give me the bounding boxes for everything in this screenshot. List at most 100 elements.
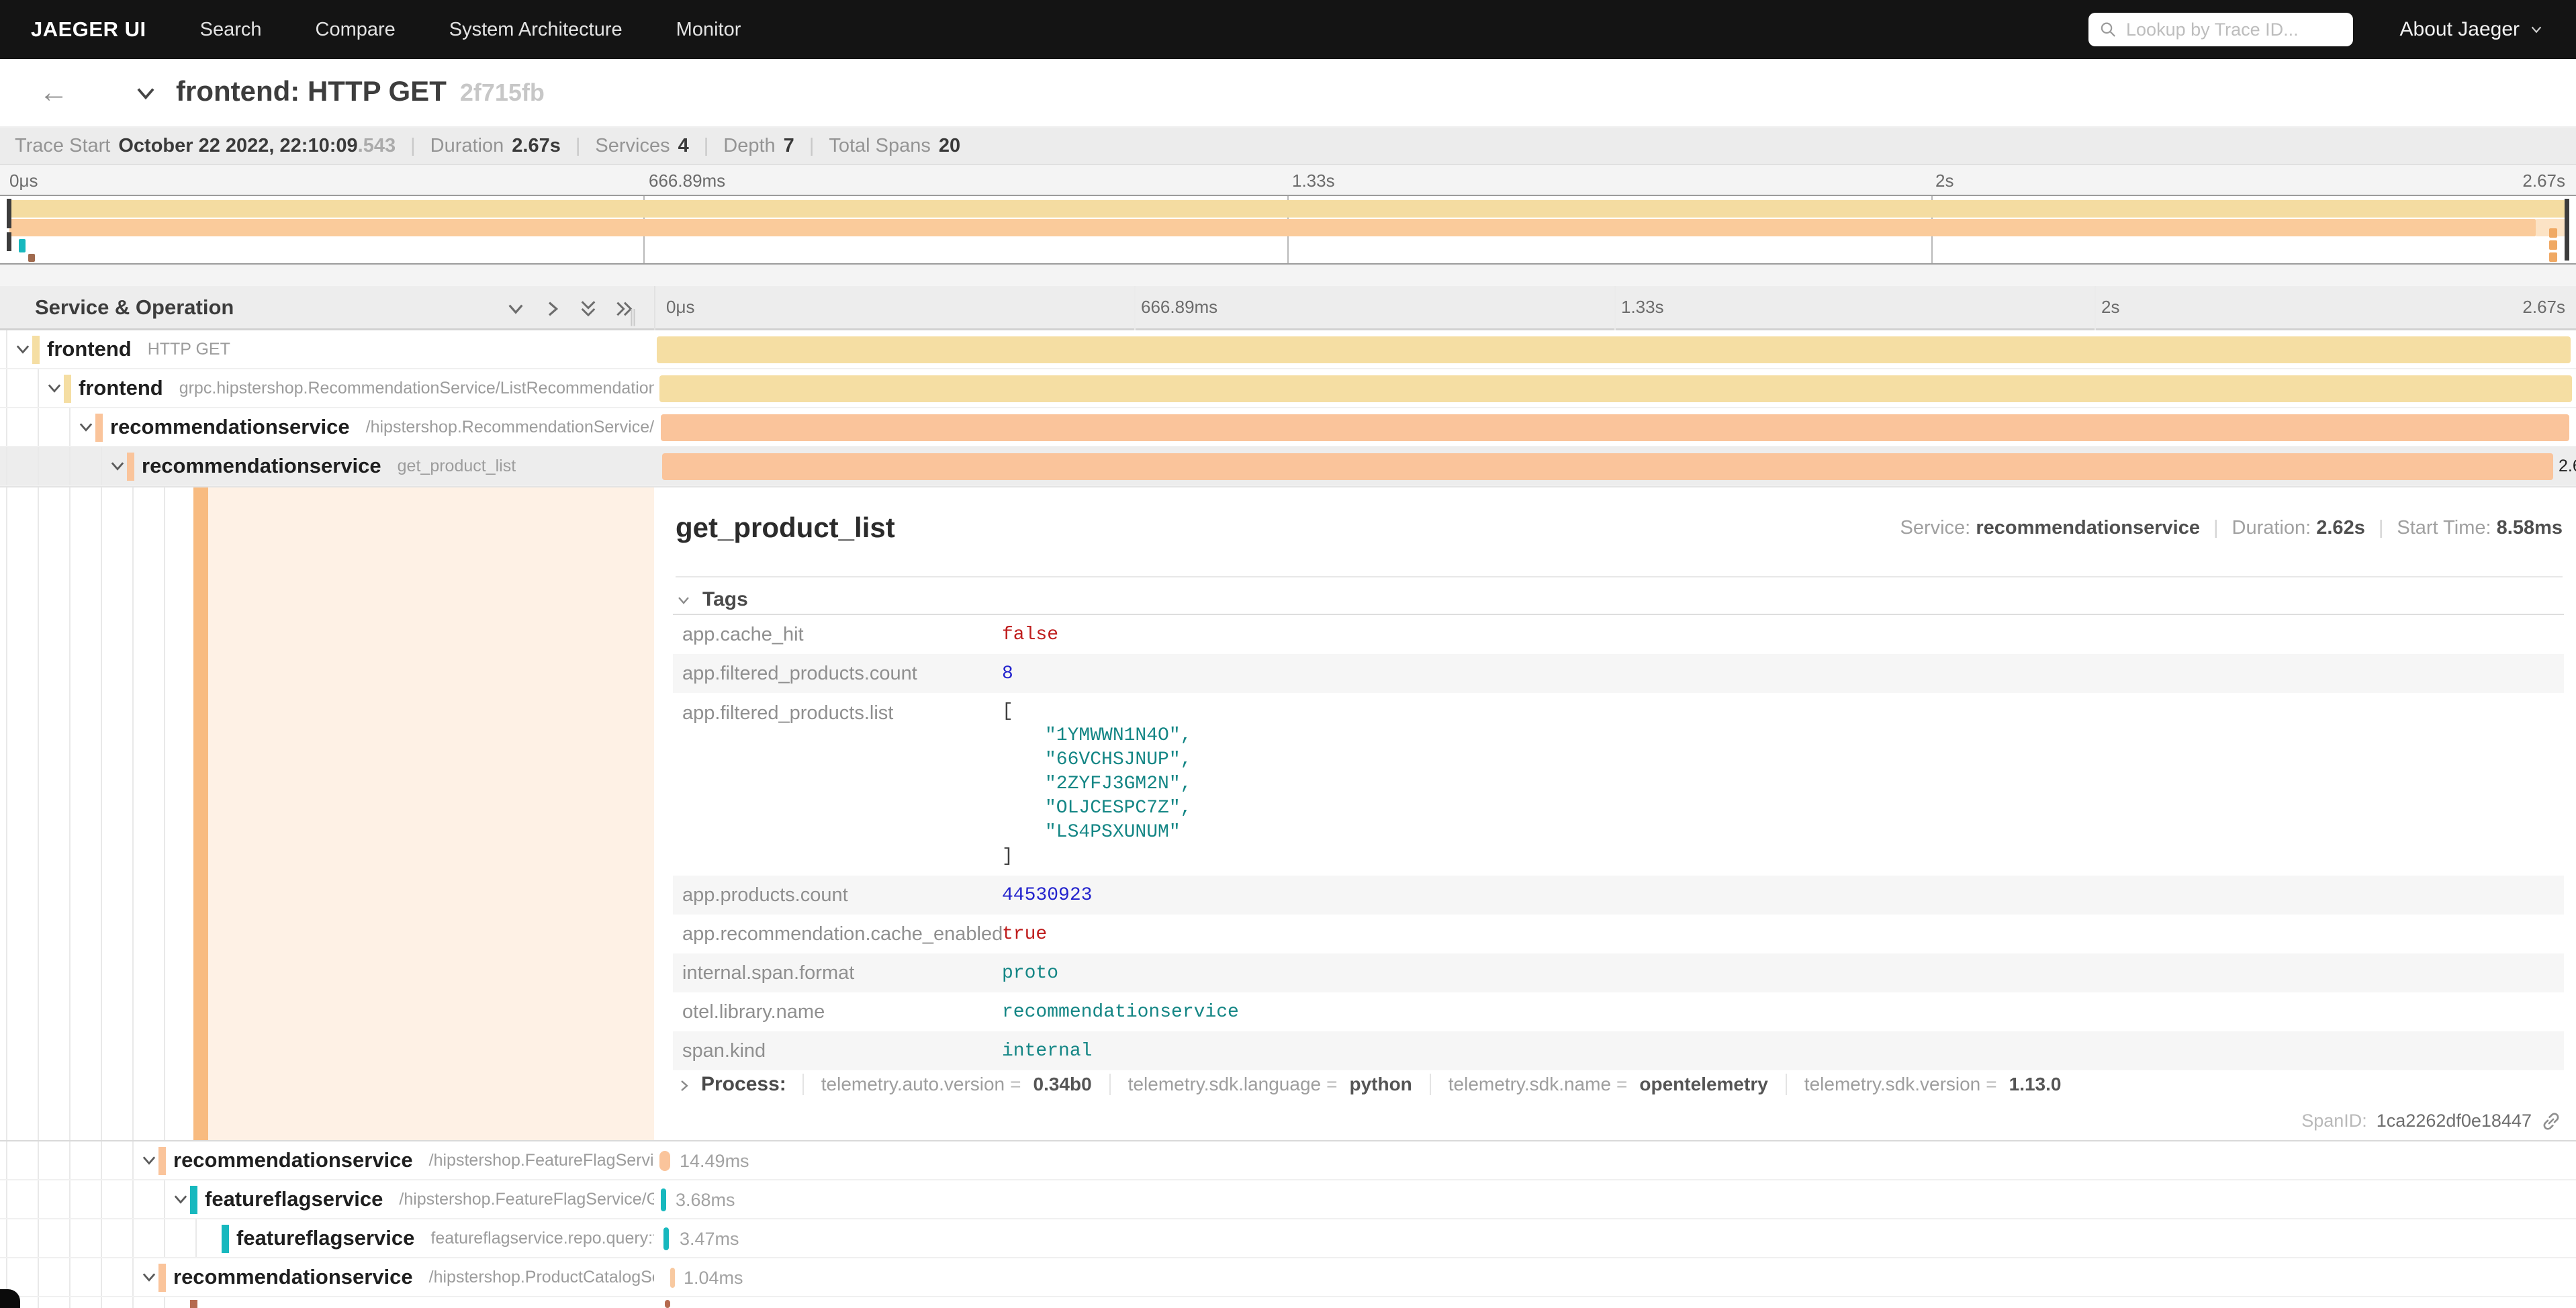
span-bar[interactable] [657,336,2571,363]
column-resizer[interactable]: ∥ [629,306,637,327]
minimap-span-featureflag [19,239,26,252]
tag-row[interactable]: app.filtered_products.list [ "1YMWWN1N4O… [673,693,2564,876]
selected-span-color-strip [193,487,208,1140]
process-item: telemetry.auto.version=0.34b0 [802,1074,1109,1095]
tags-section-toggle[interactable]: Tags [676,588,748,611]
link-icon[interactable] [2541,1111,2561,1131]
service-name: recommendationservice [110,415,350,439]
span-row-featureflag-grpc[interactable]: 3.68ms featureflagservice /hipstershop.F… [0,1180,2576,1219]
chevron-down-icon[interactable] [108,457,127,475]
service-name: recommendationservice [173,1265,413,1289]
nav-item-compare[interactable]: Compare [316,19,396,41]
span-row-featureflag-repo-query[interactable]: 3.47ms featureflagservice featureflagser… [0,1219,2576,1258]
jaeger-trace-page: JAEGER UI Search Compare System Architec… [0,0,2576,1308]
minimap-span-catalog [28,254,35,262]
about-jaeger-menu[interactable]: About Jaeger [2400,18,2544,41]
span-duration-label: 3.47ms [680,1229,739,1250]
tag-value: 8 [1002,663,1013,684]
chevron-down-icon [2529,22,2544,37]
detail-operation-title: get_product_list [676,512,895,544]
span-bar[interactable] [662,453,2553,480]
service-color-bar [158,1264,166,1292]
process-item: telemetry.sdk.name=opentelemetry [1430,1074,1786,1095]
span-bar [665,1300,670,1308]
minimap-left-handle[interactable] [7,232,11,251]
selected-span-highlight [208,487,654,1140]
span-bar[interactable] [663,1227,669,1250]
service-color-bar [158,1147,166,1175]
span-duration-label: 2.62s [2559,457,2576,476]
tag-key: app.filtered_products.count [673,663,1002,685]
chevron-down-icon[interactable] [140,1268,158,1287]
axis-tick: 666.89ms [1141,297,1217,318]
collapse-one-icon[interactable] [505,298,526,320]
duration-value: 2.62s [2316,517,2365,539]
span-row-recommendation-catalog[interactable]: 1.04ms recommendationservice /hipstersho… [0,1258,2576,1297]
tag-key: app.filtered_products.list [673,700,1002,725]
span-id-row: SpanID: 1ca2262df0e18447 [2301,1111,2561,1131]
nav-item-system-architecture[interactable]: System Architecture [449,19,623,41]
trace-start-label: Trace Start [15,135,110,157]
operation-name: HTTP GET [148,340,230,359]
span-bar[interactable] [659,1151,670,1171]
span-row-recommendation-list[interactable]: recommendationservice /hipstershop.Recom… [0,408,2576,447]
span-row-recommendation-featureflag[interactable]: 14.49ms recommendationservice /hipstersh… [0,1141,2576,1180]
tag-value: internal [1002,1041,1092,1062]
minimap-canvas[interactable] [0,195,2576,265]
tag-key: internal.span.format [673,962,1002,984]
chevron-down-icon[interactable] [45,379,64,398]
span-id-label: SpanID: [2301,1111,2367,1131]
span-bar[interactable] [670,1268,675,1288]
expand-one-icon[interactable] [541,298,563,320]
service-name: frontend [79,376,163,400]
chevron-down-icon[interactable] [171,1190,190,1209]
chevron-down-icon[interactable] [77,418,95,436]
service-value: recommendationservice [1976,517,2200,539]
tag-row[interactable]: app.cache_hit false [673,615,2564,654]
tag-value-list: [ "1YMWWN1N4O", "66VCHSJNUP", "2ZYFJ3GM2… [1002,700,1191,869]
trace-id-search-input[interactable] [2125,19,2342,41]
process-section-toggle[interactable]: Process: telemetry.auto.version=0.34b0 t… [676,1073,2078,1096]
axis-tick: 0μs [9,171,38,191]
service-operation-header: Service & Operation [35,295,234,320]
collapse-all-icon[interactable] [578,298,599,320]
trace-header: ← frontend: HTTP GET2f715fb ✕ ⌘ Trace Ti… [0,59,2576,128]
nav-item-monitor[interactable]: Monitor [676,19,741,41]
tag-key: app.recommendation.cache_enabled [673,923,1002,945]
axis-tick: 666.89ms [649,171,725,191]
total-spans-value: 20 [939,135,960,157]
tag-row[interactable]: app.recommendation.cache_enabled true [673,915,2564,953]
span-bar[interactable] [661,1188,666,1211]
nav-item-search[interactable]: Search [200,19,262,41]
tag-row[interactable]: internal.span.format proto [673,953,2564,992]
span-row-get-product-list-selected[interactable]: 2.62s recommendationservice get_product_… [0,447,2576,486]
span-bar[interactable] [659,375,2572,402]
trace-collapse-chevron-icon[interactable] [133,78,158,106]
minimap-span-frontend [9,200,2565,218]
total-spans-label: Total Spans [829,135,931,157]
back-button[interactable]: ← [27,73,81,113]
service-color-bar [95,414,103,442]
tag-key: app.products.count [673,884,1002,906]
services-label: Services [595,135,670,157]
chevron-down-icon[interactable] [13,340,32,359]
minimap-left-handle[interactable] [7,199,11,228]
service-color-bar [32,336,40,364]
tag-row[interactable]: span.kind internal [673,1031,2564,1070]
span-bar[interactable] [661,414,2569,441]
service-color-bar [127,453,134,481]
chevron-down-icon[interactable] [140,1151,158,1170]
span-row-frontend-grpc[interactable]: frontend grpc.hipstershop.Recommendation… [0,369,2576,408]
trace-minimap: 0μs 666.89ms 1.33s 2s 2.67s [0,165,2576,286]
service-color-bar [64,375,71,403]
tag-row[interactable]: app.filtered_products.count 8 [673,654,2564,693]
trace-id-search-box[interactable] [2088,13,2353,46]
span-row-partial[interactable] [0,1297,2576,1308]
app-logo[interactable]: JAEGER UI [31,17,146,42]
tag-row[interactable]: app.products.count 44530923 [673,876,2564,915]
tag-row[interactable]: otel.library.name recommendationservice [673,992,2564,1031]
start-time-value: 8.58ms [2497,517,2563,539]
minimap-right-handle[interactable] [2565,199,2569,261]
minimap-span-right [2549,240,2557,250]
span-row-frontend-httpget[interactable]: frontend HTTP GET [0,330,2576,369]
